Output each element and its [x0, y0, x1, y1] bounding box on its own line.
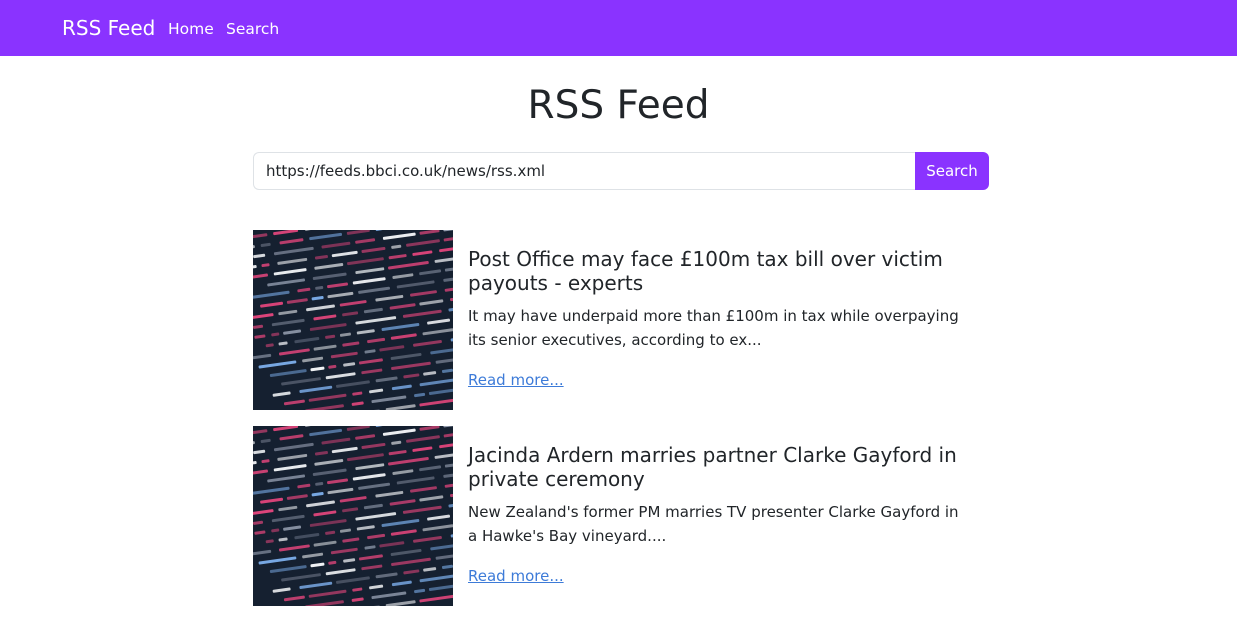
code-image: [253, 230, 453, 410]
article-card: Post Office may face £100m tax bill over…: [253, 230, 989, 410]
navbar: RSS Feed Home Search: [0, 0, 1237, 56]
feed-url-input[interactable]: [253, 152, 916, 190]
read-more-link[interactable]: Read more...: [468, 565, 564, 587]
nav-link-home[interactable]: Home: [168, 18, 214, 40]
article-title: Jacinda Ardern marries partner Clarke Ga…: [468, 443, 957, 491]
article-description: New Zealand's former PM marries TV prese…: [468, 503, 959, 545]
article-card: Jacinda Ardern marries partner Clarke Ga…: [253, 426, 989, 606]
brand-link[interactable]: RSS Feed: [62, 14, 155, 42]
nav-link-search[interactable]: Search: [226, 18, 279, 40]
article-thumbnail: [253, 230, 453, 410]
page-title: RSS Feed: [527, 83, 710, 128]
feed-search-form: Search: [253, 152, 989, 190]
article-thumbnail: [253, 426, 453, 606]
search-button[interactable]: Search: [915, 152, 989, 190]
read-more-link[interactable]: Read more...: [468, 369, 564, 391]
article-title: Post Office may face £100m tax bill over…: [468, 247, 943, 295]
code-image: [253, 426, 453, 606]
article-description: It may have underpaid more than £100m in…: [468, 307, 959, 349]
